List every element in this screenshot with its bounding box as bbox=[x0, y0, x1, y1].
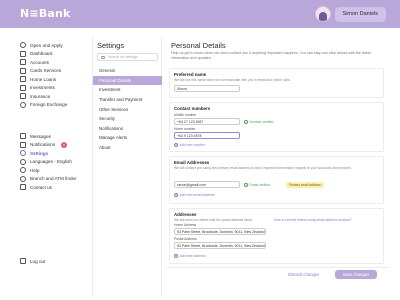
save-changes-button[interactable]: Save changes bbox=[335, 270, 377, 279]
settings-item-other-services[interactable]: Other Services bbox=[93, 104, 162, 114]
preferred-name-card: Preferred name We will use this name whe… bbox=[169, 68, 384, 98]
sidebar-item-settings[interactable]: Settings bbox=[20, 149, 77, 158]
home-address-label: Home Address bbox=[174, 223, 197, 227]
settings-list: General Personal Details Investment Tran… bbox=[93, 66, 162, 152]
check-circle-icon bbox=[244, 182, 248, 187]
app-window: N≡Bank Simon Daniels Open and Apply Dash… bbox=[0, 0, 400, 300]
addresses-card: Addresses We will send you letters with … bbox=[169, 208, 384, 264]
settings-search-input[interactable]: Search for settings bbox=[97, 53, 158, 61]
search-icon bbox=[101, 55, 105, 59]
person-icon bbox=[318, 11, 327, 21]
accounts-icon bbox=[20, 59, 26, 66]
home-number-field[interactable]: +64 9 123 4578 bbox=[174, 132, 240, 139]
shield-icon bbox=[20, 93, 26, 100]
home-number-label: Home number bbox=[174, 127, 196, 131]
user-name[interactable]: Simon Daniels bbox=[334, 6, 386, 22]
dashboard-icon bbox=[20, 50, 26, 57]
add-number-link[interactable]: + Add new number bbox=[174, 143, 205, 147]
settings-title: Settings bbox=[97, 41, 125, 50]
form-actions: Discard changes Save changes bbox=[166, 269, 390, 281]
sidebar-secondary-nav: Messages Notifications 8 Settings Languag… bbox=[20, 132, 77, 192]
user-menu[interactable]: Simon Daniels bbox=[314, 6, 386, 22]
personal-details-panel: Personal Details Help us get in touch wh… bbox=[166, 36, 390, 300]
settings-item-security[interactable]: Security bbox=[93, 114, 162, 124]
avatar[interactable] bbox=[314, 6, 331, 22]
sidebar-item-languages[interactable]: Languages - English bbox=[20, 158, 77, 167]
logout-icon bbox=[20, 258, 26, 265]
mobile-number-field[interactable]: +64 27 123 4567 bbox=[174, 118, 240, 125]
page-title: Personal Details bbox=[171, 41, 226, 50]
settings-item-personal-details[interactable]: Personal Details bbox=[93, 75, 162, 86]
sidebar-item-messages[interactable]: Messages bbox=[20, 132, 77, 141]
sidebar-item-contact-us[interactable]: Contact us bbox=[20, 183, 77, 192]
home-icon bbox=[20, 76, 26, 83]
page-intro: Help us get in touch when we need contac… bbox=[171, 51, 371, 60]
sidebar-item-branch-atm-finder[interactable]: Branch and ATM finder bbox=[20, 175, 77, 184]
help-icon bbox=[20, 167, 26, 174]
plus-circle-icon: + bbox=[174, 193, 178, 197]
sidebar-item-insurance[interactable]: Insurance bbox=[20, 92, 67, 101]
postal-address-label: Postal Address bbox=[174, 237, 197, 241]
mobile-number-label: Mobile number bbox=[174, 113, 197, 117]
settings-item-manage-alerts[interactable]: Manage Alerts bbox=[93, 133, 162, 143]
preferred-name-description: We will use this name when we communicat… bbox=[174, 77, 291, 82]
add-email-link[interactable]: + Add new email address bbox=[174, 193, 215, 197]
discard-changes-button[interactable]: Discard changes bbox=[288, 272, 319, 277]
plus-icon bbox=[20, 42, 26, 49]
phone-icon bbox=[20, 184, 26, 191]
email-addresses-card: Email Addresses We will contact you usin… bbox=[169, 156, 384, 204]
email-addresses-heading: Email Addresses bbox=[174, 160, 210, 165]
chart-icon bbox=[20, 84, 26, 91]
sidebar-item-notifications[interactable]: Notifications 8 bbox=[20, 141, 77, 150]
settings-menu: Settings Search for settings General Per… bbox=[92, 36, 162, 296]
sidebar-item-accounts[interactable]: Accounts bbox=[20, 58, 67, 67]
preferred-name-heading: Preferred name bbox=[174, 72, 207, 77]
sidebar-item-foreign-exchange[interactable]: Foreign Exchange bbox=[20, 101, 67, 110]
contact-numbers-card: Contact numbers Mobile number +64 27 123… bbox=[169, 102, 384, 152]
bank-logo[interactable]: N≡Bank bbox=[20, 7, 71, 20]
globe-icon bbox=[20, 158, 26, 165]
addresses-heading: Addresses bbox=[174, 212, 197, 217]
sidebar-primary-nav: Open and Apply Dashboard Accounts Cards … bbox=[20, 41, 67, 109]
gear-icon bbox=[20, 150, 26, 157]
preferred-name-field[interactable]: Simon bbox=[174, 85, 240, 92]
plus-circle-icon: + bbox=[174, 254, 178, 258]
plus-circle-icon: + bbox=[174, 143, 178, 147]
bell-icon bbox=[20, 141, 26, 148]
settings-item-transfer-payment[interactable]: Transfer and Payment bbox=[93, 95, 162, 105]
message-icon bbox=[20, 133, 26, 140]
pin-icon bbox=[20, 175, 26, 182]
primary-email-tag: Primary email address bbox=[286, 181, 324, 188]
sidebar: Open and Apply Dashboard Accounts Cards … bbox=[0, 28, 88, 300]
notification-count-badge: 8 bbox=[61, 141, 68, 148]
postal-address-field[interactable]: 53 Palm Street, Brookside, Dunedin, 9011… bbox=[174, 242, 266, 249]
exchange-icon bbox=[20, 101, 26, 108]
sidebar-item-home-loans[interactable]: Home Loans bbox=[20, 75, 67, 84]
email-verified-status: Email verified bbox=[244, 182, 270, 187]
sidebar-logout-group: Log out bbox=[20, 257, 45, 266]
home-address-field[interactable]: 53 Palm Street, Brookside, Dunedin, 9011… bbox=[174, 228, 266, 235]
sidebar-item-cards-services[interactable]: Cards Services bbox=[20, 67, 67, 76]
logout-button[interactable]: Log out bbox=[20, 257, 45, 266]
check-circle-icon bbox=[244, 119, 248, 124]
sidebar-item-investments[interactable]: Investments bbox=[20, 84, 67, 93]
email-description: We will contact you using this primary e… bbox=[174, 165, 352, 170]
sidebar-item-open-and-apply[interactable]: Open and Apply bbox=[20, 41, 67, 50]
add-address-link[interactable]: + Add new address bbox=[174, 254, 206, 258]
email-field[interactable]: simon@gmail.com bbox=[174, 181, 240, 188]
footer-divider bbox=[166, 267, 390, 268]
settings-item-about[interactable]: About bbox=[93, 143, 162, 153]
mobile-verified-status: Number verified bbox=[244, 119, 273, 124]
top-bar: N≡Bank Simon Daniels bbox=[0, 0, 400, 28]
sidebar-item-dashboard[interactable]: Dashboard bbox=[20, 50, 67, 59]
settings-item-general[interactable]: General bbox=[93, 66, 162, 76]
card-icon bbox=[20, 67, 26, 74]
letters-by-email-link[interactable]: How to receive letters using email addre… bbox=[274, 218, 351, 222]
sidebar-item-help[interactable]: Help bbox=[20, 166, 77, 175]
settings-item-investment[interactable]: Investment bbox=[93, 85, 162, 95]
contact-numbers-heading: Contact numbers bbox=[174, 106, 211, 111]
settings-item-notifications[interactable]: Notifications bbox=[93, 124, 162, 134]
